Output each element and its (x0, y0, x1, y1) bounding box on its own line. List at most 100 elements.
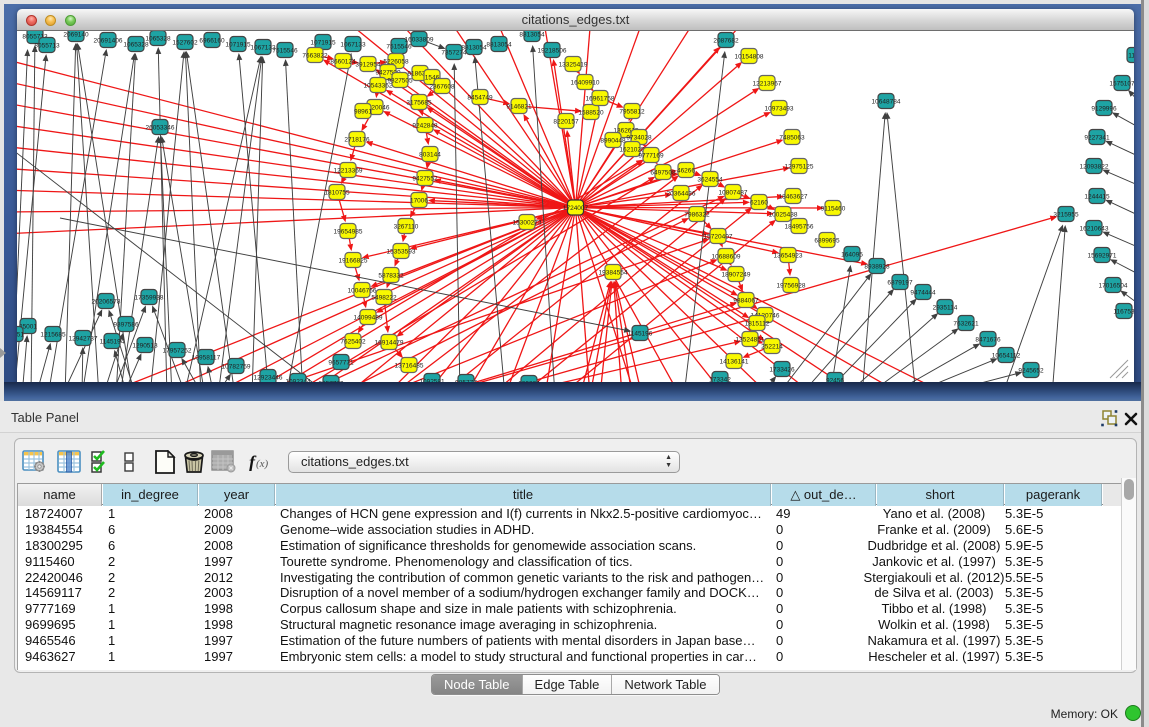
svg-text:20364436: 20364436 (667, 191, 696, 198)
svg-text:14136141: 14136141 (720, 359, 749, 366)
svg-text:9397586: 9397586 (113, 322, 139, 329)
svg-text:1724007: 1724007 (563, 205, 589, 212)
svg-text:19384554: 19384554 (599, 270, 628, 277)
svg-text:1575107: 1575107 (1109, 81, 1134, 88)
svg-text:19166825: 19166825 (339, 258, 368, 265)
svg-text:8990448: 8990448 (600, 138, 626, 145)
svg-text:8220157: 8220157 (553, 119, 579, 126)
svg-text:8938928: 8938928 (864, 264, 890, 271)
svg-text:20691406: 20691406 (94, 38, 123, 45)
svg-text:9884067: 9884067 (733, 298, 759, 305)
svg-text:16961758: 16961758 (586, 96, 615, 103)
svg-text:(x): (x) (256, 458, 269, 470)
svg-text:3215955: 3215955 (1053, 212, 1079, 219)
svg-text:1067133: 1067133 (340, 42, 366, 49)
svg-text:9227341: 9227341 (1084, 135, 1110, 142)
svg-text:6497508: 6497508 (650, 170, 676, 177)
svg-text:20206578: 20206578 (92, 299, 121, 306)
svg-text:7625402: 7625402 (340, 339, 366, 346)
svg-text:15692971: 15692971 (1088, 253, 1117, 260)
svg-text:164095: 164095 (841, 252, 863, 259)
svg-text:14099489: 14099489 (354, 315, 383, 322)
svg-text:8055713: 8055713 (34, 43, 60, 50)
svg-text:98961: 98961 (354, 109, 372, 116)
svg-text:6966160: 6966160 (199, 38, 225, 45)
svg-text:7663822: 7663822 (302, 53, 328, 60)
svg-text:10688609: 10688609 (712, 254, 741, 261)
svg-text:1588520: 1588520 (578, 110, 604, 117)
svg-text:18907249: 18907249 (722, 272, 751, 279)
svg-text:1290513: 1290513 (132, 343, 158, 350)
svg-text:8471676: 8471676 (975, 337, 1001, 344)
svg-text:13654923: 13654923 (774, 253, 803, 260)
svg-text:1527602: 1527602 (172, 40, 198, 47)
svg-text:1071915: 1071915 (225, 42, 251, 49)
svg-text:9115460: 9115460 (821, 206, 846, 213)
svg-text:9129996: 9129996 (1091, 106, 1117, 113)
svg-text:1215685: 1215685 (40, 332, 66, 339)
svg-text:1733426: 1733426 (769, 367, 795, 374)
svg-text:13716485: 13716485 (395, 363, 424, 370)
svg-text:803144: 803144 (419, 152, 441, 159)
svg-text:8813054: 8813054 (461, 45, 487, 52)
svg-text:10154808: 10154808 (735, 54, 764, 61)
svg-text:7632621: 7632621 (953, 321, 979, 328)
svg-text:17016504: 17016504 (1099, 283, 1128, 290)
svg-text:9146821: 9146821 (506, 104, 532, 111)
svg-text:10654112: 10654112 (992, 353, 1021, 360)
svg-text:2367608: 2367608 (429, 84, 455, 91)
svg-text:9427552: 9427552 (412, 176, 438, 183)
svg-text:8454749: 8454749 (467, 95, 493, 102)
svg-text:9657771: 9657771 (328, 360, 354, 367)
svg-text:2935114: 2935114 (933, 305, 958, 312)
svg-text:17359938: 17359938 (135, 295, 164, 302)
svg-text:19218506: 19218506 (538, 48, 567, 55)
svg-text:5498222: 5498222 (371, 295, 397, 302)
svg-text:16409910: 16409910 (571, 80, 600, 87)
svg-text:9474444: 9474444 (910, 290, 936, 297)
svg-text:1065328: 1065328 (123, 42, 149, 49)
svg-text:18463627: 18463627 (779, 194, 808, 201)
svg-text:3267110: 3267110 (394, 224, 419, 231)
svg-text:18495756: 18495756 (785, 224, 814, 231)
svg-text:1065328: 1065328 (145, 36, 171, 43)
svg-text:17006: 17006 (410, 198, 428, 205)
svg-text:1071915: 1071915 (310, 40, 336, 47)
svg-text:7515546: 7515546 (386, 44, 412, 51)
svg-text:15300273: 15300273 (513, 220, 542, 227)
svg-text:12093822: 12093822 (1080, 164, 1109, 171)
svg-text:1815112: 1815112 (745, 321, 770, 328)
svg-text:39151: 39151 (17, 332, 24, 339)
svg-text:5878332: 5878332 (378, 273, 404, 280)
svg-text:2718176: 2718176 (344, 137, 370, 144)
svg-text:15720407: 15720407 (704, 234, 733, 241)
svg-text:2069140: 2069140 (63, 32, 89, 39)
svg-text:12213369: 12213369 (334, 168, 363, 175)
svg-text:3624554: 3624554 (697, 177, 723, 184)
svg-text:62160: 62160 (750, 200, 768, 207)
svg-text:1145194: 1145194 (100, 339, 125, 346)
svg-text:116753: 116753 (1113, 309, 1134, 316)
svg-text:7955812: 7955812 (619, 109, 645, 116)
svg-text:9734028: 9734028 (626, 135, 652, 142)
svg-text:12923446: 12923446 (254, 375, 283, 382)
svg-text:9242848: 9242848 (412, 123, 438, 130)
svg-text:3175685: 3175685 (406, 100, 432, 107)
svg-text:15353593: 15353593 (387, 249, 416, 256)
svg-text:19654985: 19654985 (334, 229, 363, 236)
svg-text:10807487: 10807487 (719, 190, 748, 197)
svg-text:7986322: 7986322 (684, 212, 710, 219)
svg-text:8813054: 8813054 (519, 32, 545, 39)
svg-text:10782759: 10782759 (222, 364, 251, 371)
svg-text:26053346: 26053346 (146, 125, 175, 132)
svg-text:10973493: 10973493 (765, 106, 794, 113)
svg-text:1810755: 1810755 (324, 190, 350, 197)
svg-text:12942737: 12942737 (69, 336, 98, 343)
svg-text:8660124: 8660124 (330, 59, 356, 66)
svg-text:10648784: 10648784 (872, 99, 901, 106)
svg-text:16210643: 16210643 (1080, 226, 1109, 233)
svg-text:7515546: 7515546 (272, 48, 298, 55)
svg-text:13325419: 13325419 (559, 62, 588, 69)
svg-text:7485063: 7485063 (779, 135, 805, 142)
svg-text:6879197: 6879197 (887, 280, 913, 287)
